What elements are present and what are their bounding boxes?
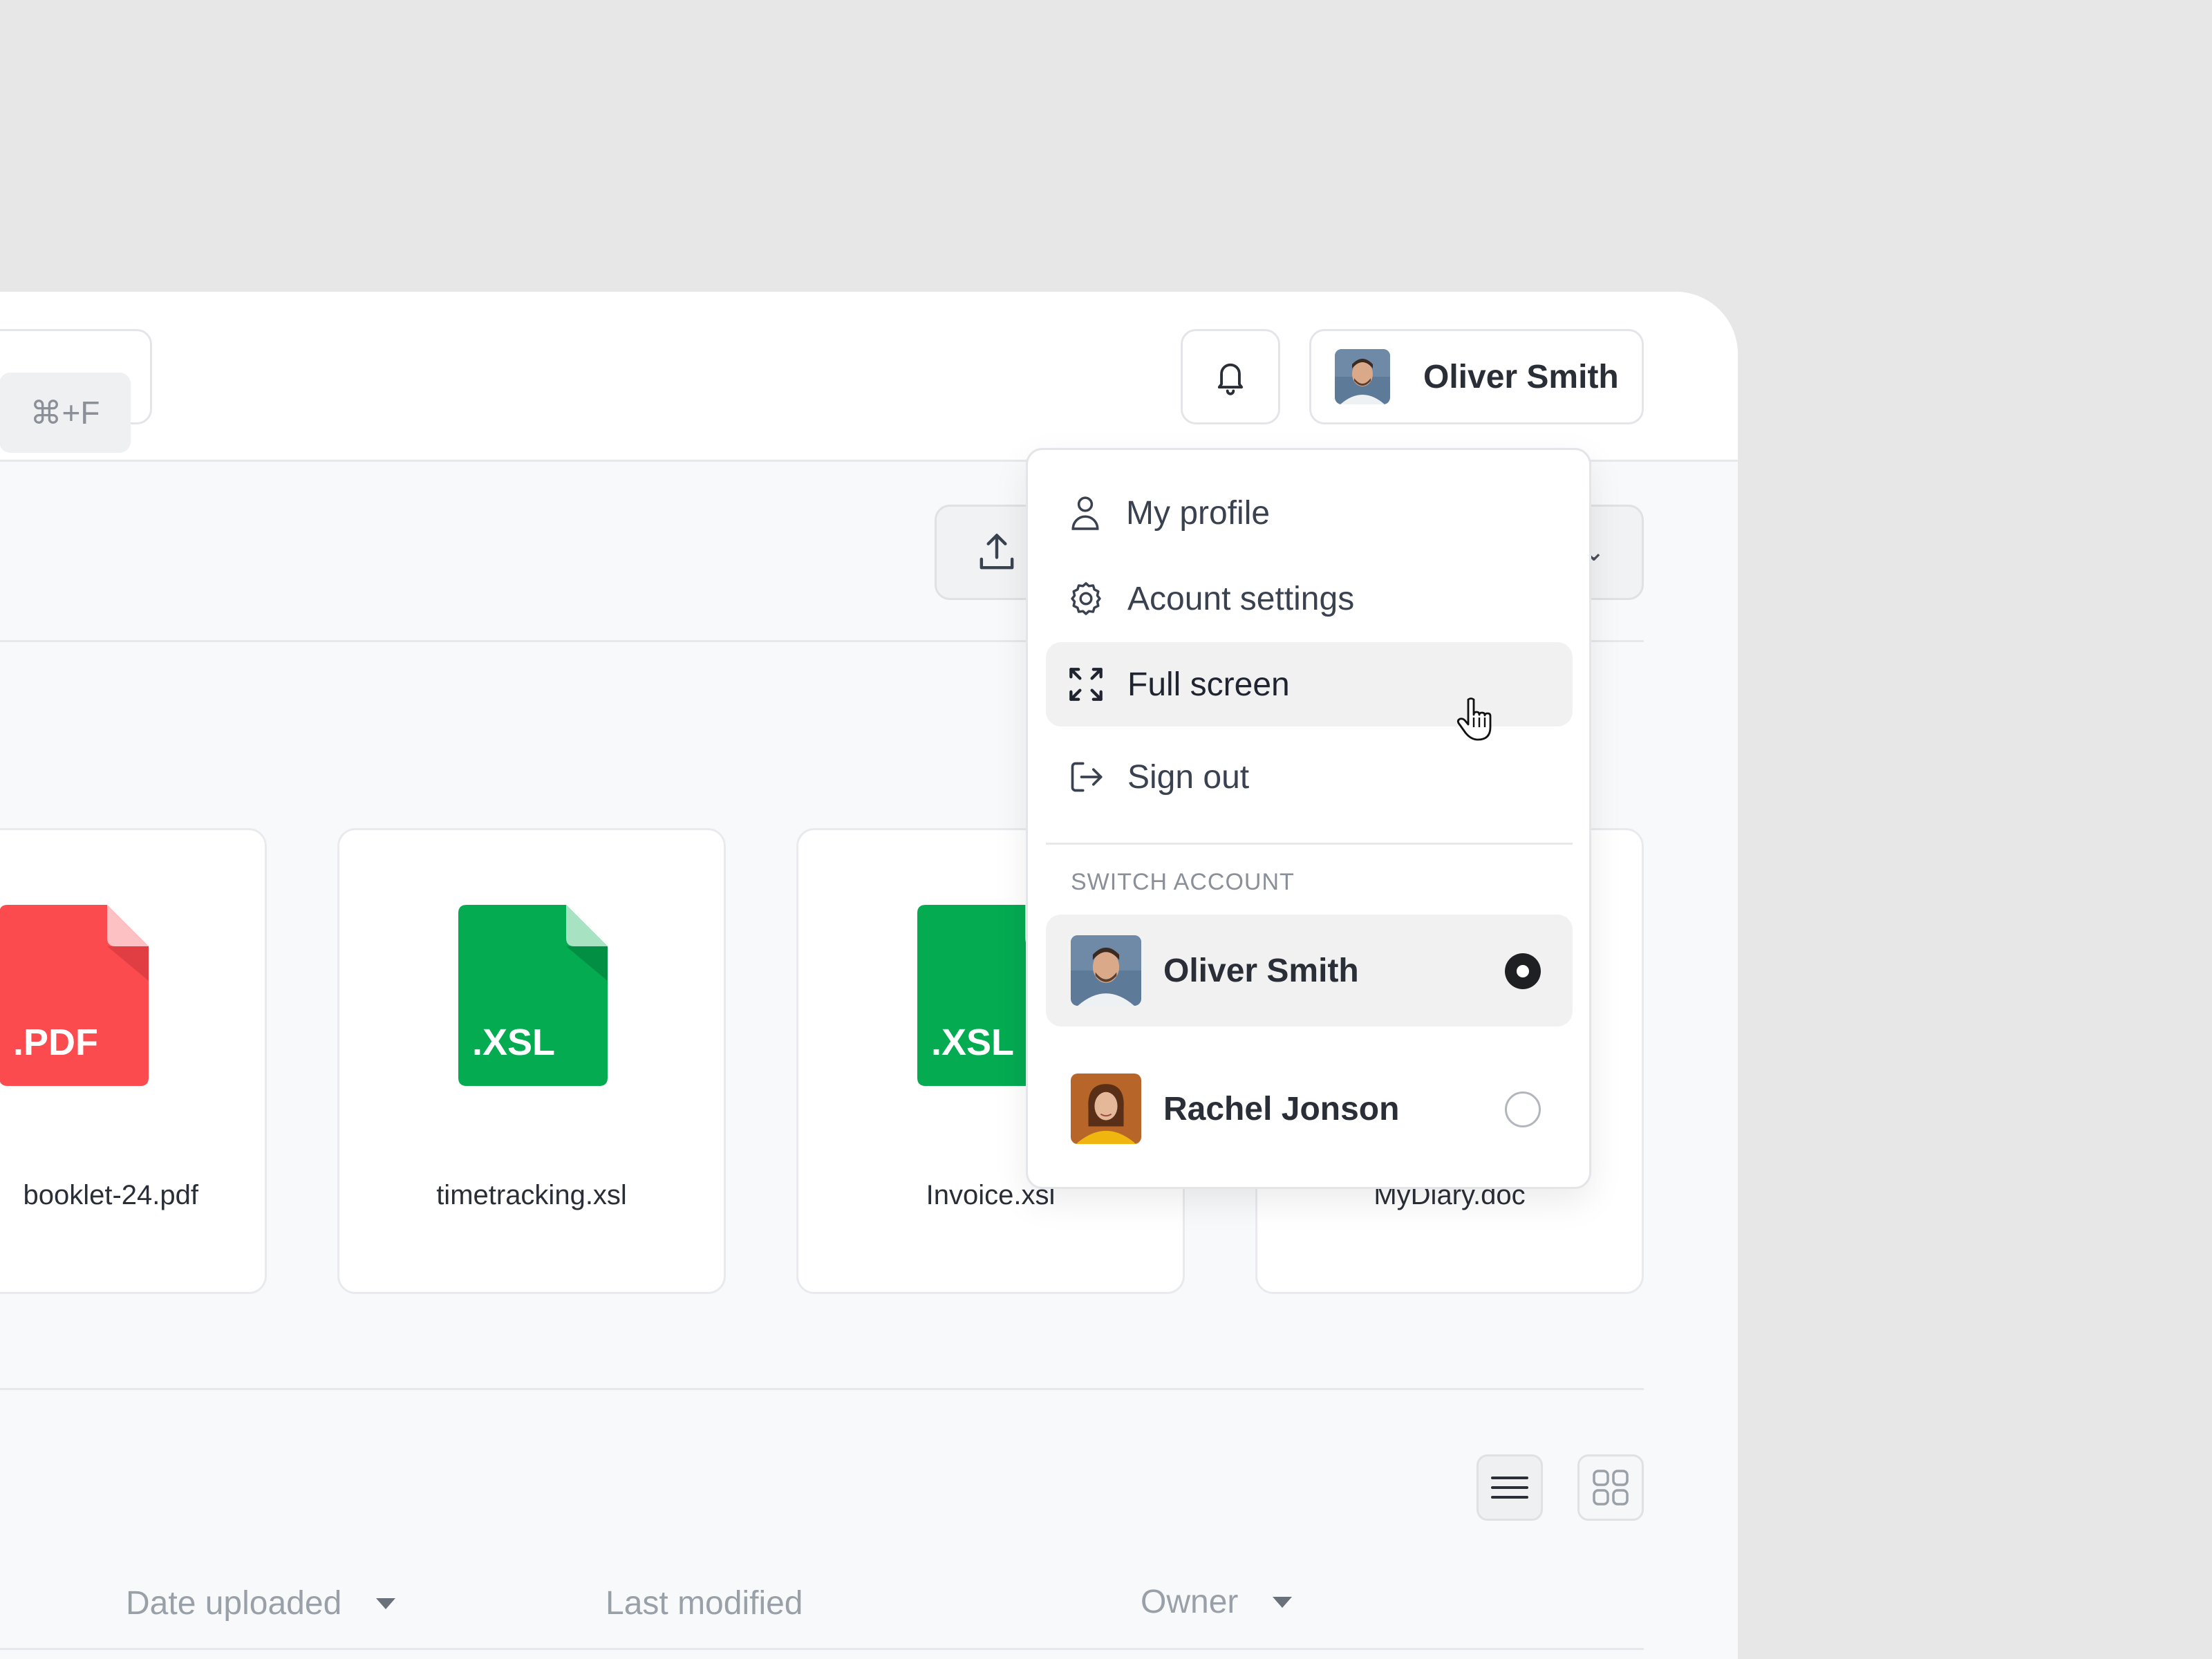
grid-view-icon xyxy=(1593,1470,1629,1506)
xsl-file-icon: .XSL xyxy=(458,905,608,1086)
file-card[interactable]: .XSL timetracking.xsl xyxy=(337,828,726,1294)
menu-item-my-profile[interactable]: My profile xyxy=(1046,471,1573,555)
search-shortcut-badge: ⌘+F xyxy=(0,373,131,453)
user-menu-button[interactable]: Oliver Smith xyxy=(1309,329,1644,424)
user-dropdown-menu: My profile Acount settings Full screen S… xyxy=(1026,448,1591,1189)
radio-unselected[interactable] xyxy=(1505,1091,1541,1127)
radio-selected[interactable] xyxy=(1505,953,1541,989)
file-name: timetracking.xsl xyxy=(436,1180,627,1210)
sort-caret-icon xyxy=(1273,1596,1293,1608)
user-name: Oliver Smith xyxy=(1423,358,1619,395)
column-header-owner[interactable]: Owner xyxy=(1141,1583,1293,1621)
user-icon xyxy=(1071,496,1099,530)
file-card[interactable]: .PDF booklet-24.pdf xyxy=(0,828,267,1294)
user-avatar xyxy=(1071,1074,1141,1144)
sign-out-icon xyxy=(1071,762,1103,792)
account-option-rachel-jonson[interactable]: Rachel Jonson xyxy=(1046,1053,1573,1165)
top-bar: ⌘+F Oliver Smith xyxy=(0,292,1738,462)
user-avatar xyxy=(1335,349,1390,404)
grid-view-button[interactable] xyxy=(1577,1454,1644,1521)
sort-caret-icon xyxy=(376,1597,396,1609)
column-header-last-modified[interactable]: Last modified xyxy=(606,1584,803,1622)
divider xyxy=(0,1648,1644,1650)
list-view-button[interactable] xyxy=(1477,1454,1543,1521)
account-option-oliver-smith[interactable]: Oliver Smith xyxy=(1046,915,1573,1027)
switch-account-heading: SWITCH ACCOUNT xyxy=(1071,869,1295,895)
gear-icon xyxy=(1071,582,1101,615)
file-name: booklet-24.pdf xyxy=(23,1180,198,1210)
menu-item-account-settings[interactable]: Acount settings xyxy=(1046,556,1573,641)
bell-icon xyxy=(1217,363,1244,395)
upload-icon xyxy=(980,534,1014,570)
list-view-icon xyxy=(1491,1477,1528,1499)
pdf-file-icon: .PDF xyxy=(0,905,149,1086)
menu-divider xyxy=(1046,843,1573,845)
search-input[interactable]: ⌘+F xyxy=(0,329,152,453)
column-header-date-uploaded[interactable]: Date uploaded xyxy=(126,1584,396,1622)
hand-cursor-icon xyxy=(1456,697,1494,746)
menu-item-sign-out[interactable]: Sign out xyxy=(1046,735,1573,819)
notifications-button[interactable] xyxy=(1181,329,1280,424)
fullscreen-icon xyxy=(1069,668,1103,701)
user-avatar xyxy=(1071,935,1141,1006)
divider xyxy=(0,1388,1644,1390)
